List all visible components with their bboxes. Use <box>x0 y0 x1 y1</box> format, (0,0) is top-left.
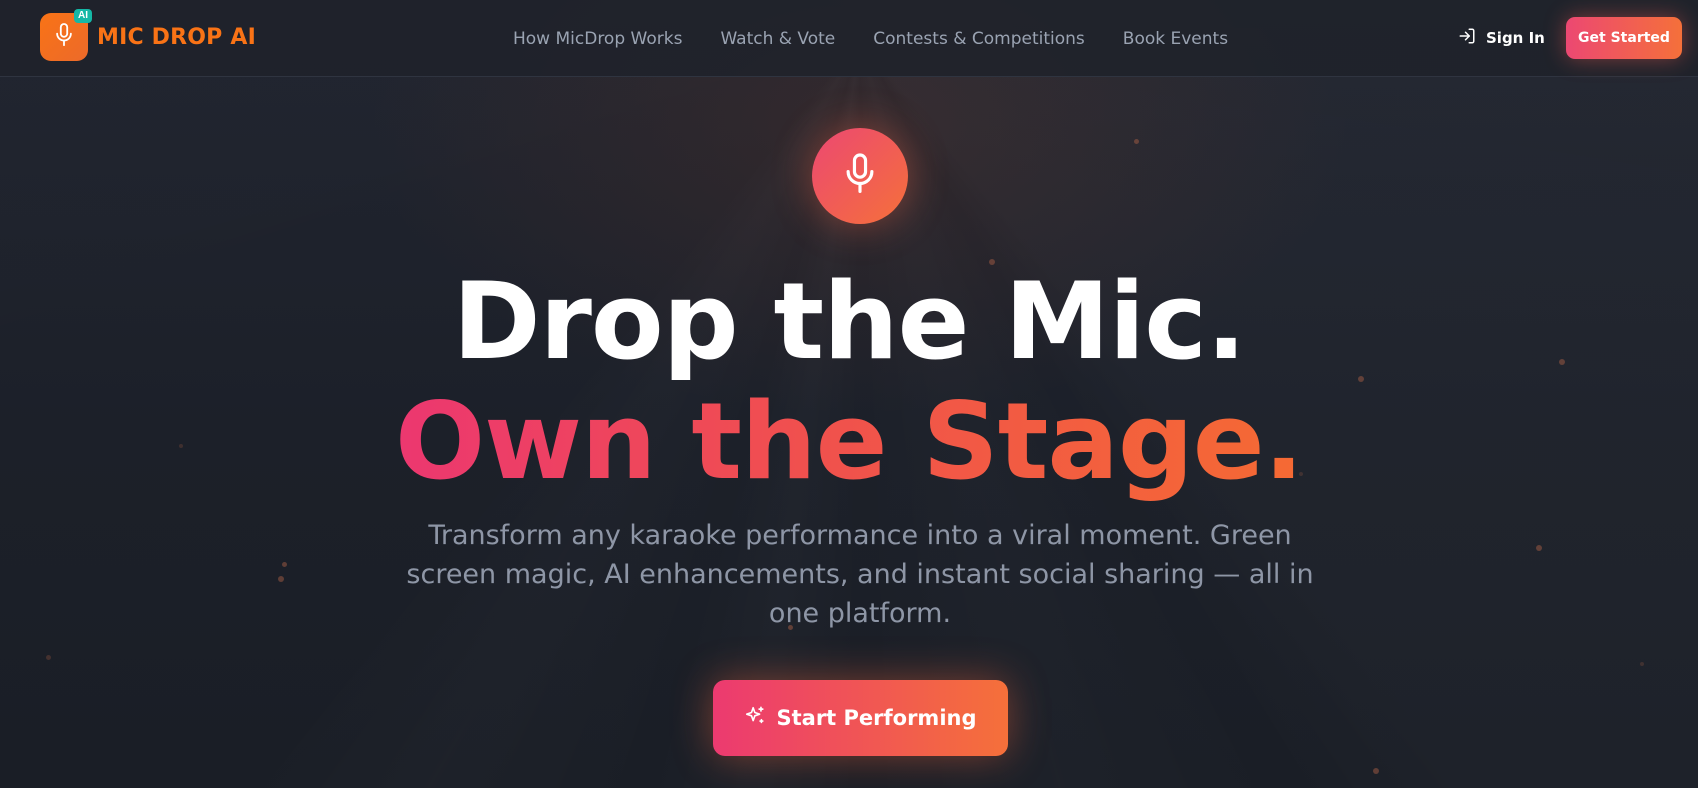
particle <box>278 576 284 582</box>
nav-link-contests[interactable]: Contests & Competitions <box>873 29 1085 49</box>
logo-badge: AI <box>40 9 92 61</box>
hero-headline-gradient: Own the Stage. <box>395 380 1304 503</box>
particle <box>282 562 287 567</box>
get-started-button[interactable]: Get Started <box>1566 17 1682 59</box>
particle <box>1373 768 1379 774</box>
nav-links: How MicDrop Works Watch & Vote Contests … <box>513 0 1266 77</box>
hero-subtitle: Transform any karaoke performance into a… <box>406 520 1314 629</box>
hero-mic-badge <box>812 128 908 224</box>
start-performing-button[interactable]: Start Performing <box>713 680 1008 756</box>
sign-in-icon <box>1458 27 1486 49</box>
particle <box>1640 662 1644 666</box>
microphone-icon <box>841 151 879 201</box>
sign-in-button[interactable]: Sign In <box>1458 27 1545 49</box>
nav-link-watch-vote[interactable]: Watch & Vote <box>720 29 835 49</box>
sign-in-label: Sign In <box>1486 29 1545 47</box>
particle <box>1134 139 1139 144</box>
brand-name: MIC DROP AI <box>97 24 256 50</box>
ai-badge: AI <box>74 9 92 23</box>
brand-logo[interactable]: AI MIC DROP AI <box>40 9 256 61</box>
hero-headline-line1: Drop the Mic. <box>452 260 1247 383</box>
particle <box>1536 545 1542 551</box>
nav-link-how-it-works[interactable]: How MicDrop Works <box>513 29 682 49</box>
hero-headline-line2: Own the Stage. <box>0 380 1698 504</box>
sparkle-icon <box>744 705 776 732</box>
particle <box>46 655 51 660</box>
nav-link-book-events[interactable]: Book Events <box>1123 29 1228 49</box>
landing-page: AI MIC DROP AI How MicDrop Works Watch &… <box>0 0 1698 788</box>
start-performing-label: Start Performing <box>776 706 977 730</box>
top-nav: AI MIC DROP AI How MicDrop Works Watch &… <box>0 0 1698 77</box>
microphone-icon <box>53 22 75 52</box>
